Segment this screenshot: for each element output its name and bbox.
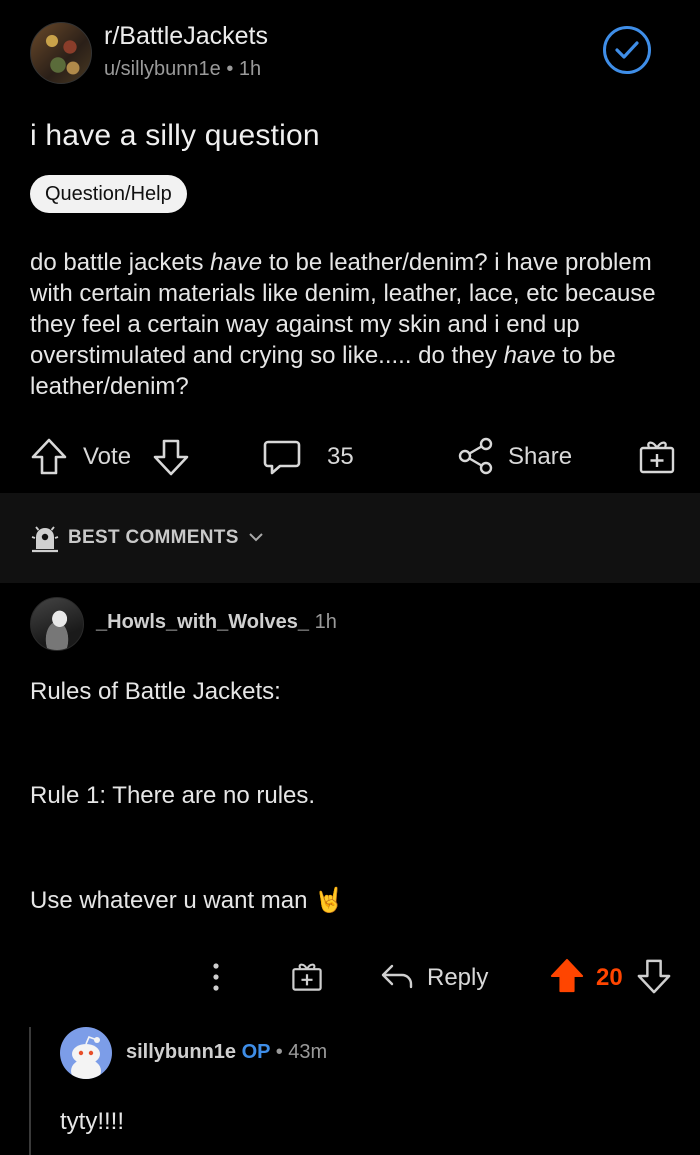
downvote-button[interactable] <box>152 437 190 477</box>
upvote-icon <box>550 958 584 993</box>
reply-text: tyty!!!! <box>60 1108 125 1135</box>
share-label: Share <box>508 443 573 470</box>
reply-author[interactable]: sillybunn1e <box>126 1041 236 1063</box>
more-options-button[interactable] <box>205 961 227 993</box>
vote-label: Vote <box>83 443 132 470</box>
award-icon <box>639 441 675 474</box>
award-icon <box>292 963 322 991</box>
sort-icon <box>31 526 59 553</box>
comments-button[interactable] <box>262 437 302 477</box>
downvote-icon <box>637 959 671 994</box>
share-button[interactable] <box>456 436 496 476</box>
chevron-down-icon <box>249 533 263 542</box>
sort-button[interactable] <box>30 523 60 553</box>
post-flair[interactable]: Question/Help <box>30 175 187 213</box>
comment-downvote-button[interactable] <box>636 957 672 995</box>
reply-age: 43m <box>288 1041 328 1063</box>
snoo-avatar-icon <box>71 1035 101 1079</box>
reply-icon <box>381 964 413 989</box>
comment-text-line: Rule 1: There are no rules. <box>30 782 316 809</box>
thread-line[interactable] <box>29 1027 31 1155</box>
post-meta: u/sillybunn1e • 1h <box>104 58 261 81</box>
meta-separator: • <box>226 58 234 80</box>
meta-separator: • <box>275 1041 283 1063</box>
comment-icon <box>263 440 301 475</box>
post-age: 1h <box>238 58 262 80</box>
comment-author[interactable]: _Howls_with_Wolves_ <box>96 611 309 633</box>
upvote-button[interactable] <box>30 437 68 477</box>
body-text-segment: do battle jackets <box>30 249 211 276</box>
joined-check-button[interactable] <box>603 26 651 74</box>
downvote-icon <box>153 439 189 476</box>
op-badge: OP <box>241 1041 271 1063</box>
reply-label[interactable]: Reply <box>427 964 488 992</box>
reply-button[interactable] <box>380 960 414 992</box>
comment-text: Use whatever u want man <box>30 887 308 914</box>
rock-on-emoji: 🤘 <box>314 887 345 914</box>
check-circle-icon <box>615 41 639 59</box>
subreddit-avatar[interactable] <box>30 22 92 84</box>
comment-upvote-button[interactable] <box>549 957 585 995</box>
post-body: do battle jackets have to be leather/den… <box>30 247 670 402</box>
reply-header: sillybunn1e OP • 43m <box>126 1041 327 1064</box>
comment-award-button[interactable] <box>290 959 324 993</box>
comment-header: _Howls_with_Wolves_ 1h <box>96 611 337 634</box>
comment-score: 20 <box>596 964 623 991</box>
sort-dropdown[interactable] <box>248 531 264 543</box>
comment-text-line: Rules of Battle Jackets: <box>30 678 281 705</box>
post-author[interactable]: u/sillybunn1e <box>104 58 221 80</box>
commenter-avatar[interactable] <box>30 597 84 651</box>
award-button[interactable] <box>637 436 677 476</box>
comment-age: 1h <box>314 611 337 633</box>
sort-label[interactable]: BEST COMMENTS <box>68 527 239 549</box>
subreddit-name[interactable]: r/BattleJackets <box>104 22 268 51</box>
more-icon <box>213 963 219 991</box>
share-icon <box>458 437 493 475</box>
post-title: i have a silly question <box>30 119 320 152</box>
op-avatar[interactable] <box>60 1027 112 1079</box>
comment-count: 35 <box>327 443 354 470</box>
body-emphasis: have <box>210 249 263 276</box>
body-emphasis: have <box>503 342 556 369</box>
upvote-icon <box>31 438 67 475</box>
comment-text-line: Use whatever u want man 🤘 <box>30 886 344 915</box>
